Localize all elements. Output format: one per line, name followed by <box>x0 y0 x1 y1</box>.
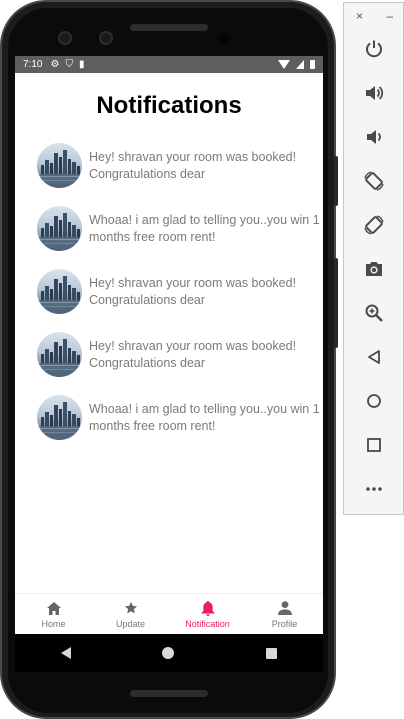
bell-icon <box>201 600 215 616</box>
volume-up-icon[interactable] <box>344 77 403 109</box>
zoom-icon[interactable] <box>344 297 403 329</box>
settings-gear-icon: ⚙ <box>50 58 60 70</box>
window-controls: × – <box>344 3 403 25</box>
power-icon[interactable] <box>344 33 403 65</box>
notification-item[interactable]: Whoaa! i am glad to telling you..you win… <box>37 197 323 260</box>
bottom-speaker <box>130 690 208 697</box>
volume-side-button[interactable] <box>334 258 338 348</box>
emulator-toolbar: × – <box>343 2 404 515</box>
proximity-sensor <box>219 33 229 43</box>
avatar <box>37 206 82 251</box>
notification-item[interactable]: Hey! shravan your room was booked! Congr… <box>37 323 323 386</box>
earpiece-speaker <box>130 24 208 31</box>
tab-home-label: Home <box>41 619 66 629</box>
notification-text: Hey! shravan your room was booked! Congr… <box>89 275 297 307</box>
rotate-left-icon[interactable] <box>344 165 403 197</box>
avatar <box>37 395 82 440</box>
home-circle-icon[interactable] <box>162 647 175 659</box>
shield-icon: ⛉ <box>65 58 73 70</box>
notification-list: Hey! shravan your room was booked! Congr… <box>37 134 323 449</box>
back-icon[interactable] <box>344 341 403 373</box>
app-screen: 7:10 ⚙ ⛉ ▮ Notifications Hey! shravan yo… <box>15 56 323 634</box>
front-camera-icon <box>99 31 113 45</box>
page-title: Notifications <box>96 92 242 119</box>
tab-profile[interactable]: Profile <box>246 594 323 634</box>
notification-item[interactable]: Hey! shravan your room was booked! Congr… <box>37 260 323 323</box>
back-icon[interactable] <box>60 647 71 659</box>
more-icon[interactable] <box>344 473 403 505</box>
notification-item[interactable]: Whoaa! i am glad to telling you..you win… <box>37 386 323 449</box>
wifi-icon <box>278 60 290 69</box>
sd-card-icon: ▮ <box>78 58 85 70</box>
power-side-button[interactable] <box>334 156 338 206</box>
emulator-window: 7:10 ⚙ ⛉ ▮ Notifications Hey! shravan yo… <box>0 0 404 719</box>
notification-text: Whoaa! i am glad to telling you..you win… <box>89 401 320 433</box>
rotate-right-icon[interactable] <box>344 209 403 241</box>
tab-update-label: Update <box>115 619 146 629</box>
tab-profile-label: Profile <box>271 619 298 629</box>
overview-square-icon[interactable] <box>344 429 403 461</box>
tab-notification-label: Notification <box>185 619 230 629</box>
person-icon <box>277 600 292 616</box>
bottom-navigation: Home Update Notification Profile <box>15 593 323 634</box>
system-navigation-bar <box>15 634 323 672</box>
recents-square-icon[interactable] <box>266 647 278 659</box>
avatar <box>37 269 82 314</box>
notification-text: Hey! shravan your room was booked! Congr… <box>89 338 297 370</box>
tab-home[interactable]: Home <box>15 594 92 634</box>
home-icon <box>46 600 61 616</box>
status-right-icons <box>278 60 315 69</box>
avatar <box>37 143 82 188</box>
notification-text: Whoaa! i am glad to telling you..you win… <box>89 212 320 244</box>
tab-update[interactable]: Update <box>92 594 169 634</box>
close-icon[interactable]: × <box>356 9 363 25</box>
cell-signal-icon <box>296 60 304 69</box>
avatar <box>37 332 82 377</box>
tab-notification[interactable]: Notification <box>169 594 246 634</box>
volume-down-icon[interactable] <box>344 121 403 153</box>
front-camera-icon <box>58 31 72 45</box>
status-time: 7:10 <box>23 59 43 70</box>
battery-icon <box>310 60 315 69</box>
notification-text: Hey! shravan your room was booked! Congr… <box>89 149 297 181</box>
minimize-icon[interactable]: – <box>386 9 393 25</box>
home-circle-icon[interactable] <box>344 385 403 417</box>
status-bar: 7:10 ⚙ ⛉ ▮ <box>15 56 323 73</box>
notification-item[interactable]: Hey! shravan your room was booked! Congr… <box>37 134 323 197</box>
star-icon <box>124 600 138 616</box>
camera-icon[interactable] <box>344 253 403 285</box>
